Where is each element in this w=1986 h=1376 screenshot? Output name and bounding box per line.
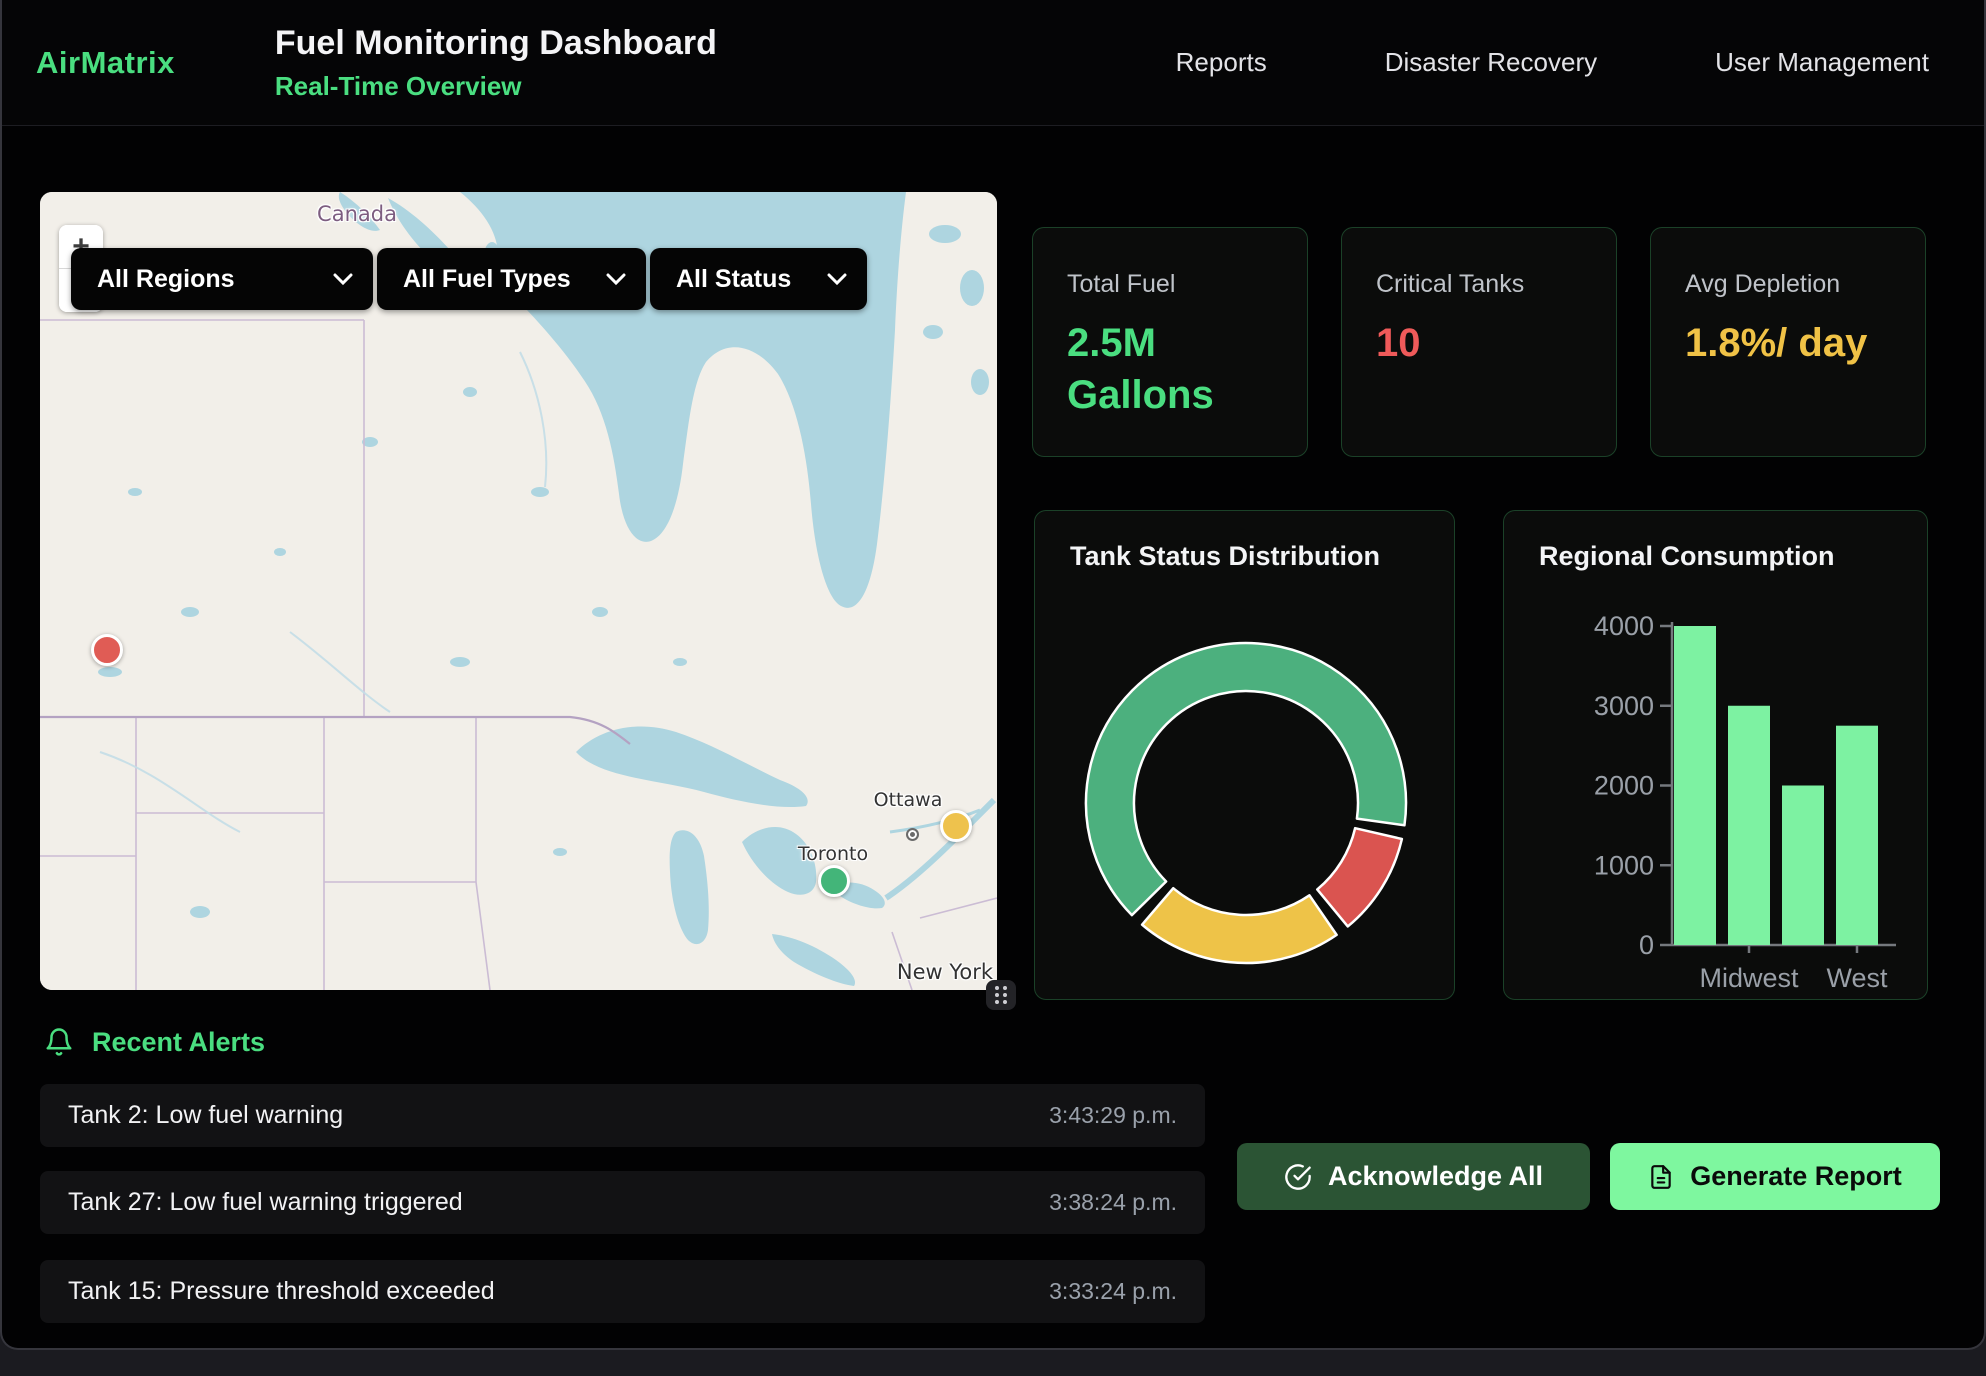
svg-text:2000: 2000 <box>1594 771 1654 801</box>
svg-text:4000: 4000 <box>1594 611 1654 641</box>
stat-value: 1.8%/ day <box>1685 317 1870 369</box>
critical-tanks-card: Critical Tanks 10 <box>1341 227 1617 457</box>
window-bottom-strip <box>0 1350 1986 1376</box>
alert-row[interactable]: Tank 15: Pressure threshold exceeded 3:3… <box>40 1260 1205 1323</box>
normal-tank-marker[interactable] <box>818 865 850 897</box>
alerts-header: Recent Alerts <box>44 1026 265 1058</box>
acknowledge-all-label: Acknowledge All <box>1328 1161 1543 1192</box>
critical-tank-marker[interactable] <box>91 634 123 666</box>
map-canvas <box>40 192 997 990</box>
stat-label: Total Fuel <box>1067 270 1277 299</box>
region-filter-value: All Regions <box>97 265 235 294</box>
alert-row[interactable]: Tank 2: Low fuel warning 3:43:29 p.m. <box>40 1084 1205 1147</box>
nav-user-management[interactable]: User Management <box>1715 47 1929 78</box>
svg-text:1000: 1000 <box>1594 850 1654 880</box>
title-block: Fuel Monitoring Dashboard Real-Time Over… <box>275 24 717 102</box>
bar-chart: 0 1000 2000 3000 4000 Midwest West <box>1504 511 1929 1001</box>
alert-row[interactable]: Tank 27: Low fuel warning triggered 3:38… <box>40 1171 1205 1234</box>
svg-text:Midwest: Midwest <box>1699 963 1799 993</box>
avg-depletion-card: Avg Depletion 1.8%/ day <box>1650 227 1926 457</box>
alerts-title: Recent Alerts <box>92 1027 265 1058</box>
top-bar: AirMatrix Fuel Monitoring Dashboard Real… <box>2 0 1984 126</box>
alert-time: 3:43:29 p.m. <box>1049 1102 1177 1129</box>
chevron-down-icon <box>606 273 626 286</box>
chevron-down-icon <box>333 273 353 286</box>
document-icon <box>1648 1164 1674 1190</box>
status-filter-dropdown[interactable]: All Status <box>650 248 867 310</box>
app-window: AirMatrix Fuel Monitoring Dashboard Real… <box>0 0 1986 1350</box>
bell-icon <box>44 1026 74 1058</box>
page-title: Fuel Monitoring Dashboard <box>275 24 717 63</box>
alert-message: Tank 15: Pressure threshold exceeded <box>68 1277 495 1306</box>
check-circle-icon <box>1284 1163 1312 1191</box>
ottawa-town-symbol <box>906 828 919 841</box>
fuel-type-filter-value: All Fuel Types <box>403 265 571 294</box>
acknowledge-all-button[interactable]: Acknowledge All <box>1237 1143 1590 1210</box>
map[interactable]: + − All Regions All Fuel Types All Statu… <box>40 192 997 990</box>
svg-text:0: 0 <box>1639 930 1654 960</box>
alert-time: 3:38:24 p.m. <box>1049 1189 1177 1216</box>
chevron-down-icon <box>827 273 847 286</box>
alert-message: Tank 27: Low fuel warning triggered <box>68 1188 463 1217</box>
stat-value: 2.5M Gallons <box>1067 317 1252 421</box>
alert-time: 3:33:24 p.m. <box>1049 1278 1177 1305</box>
map-filter-bar: All Regions All Fuel Types All Status <box>71 248 867 310</box>
nav-disaster-recovery[interactable]: Disaster Recovery <box>1385 47 1597 78</box>
map-drag-handle[interactable] <box>986 980 1016 1010</box>
generate-report-label: Generate Report <box>1690 1161 1902 1192</box>
nav-reports[interactable]: Reports <box>1176 47 1267 78</box>
svg-text:3000: 3000 <box>1594 691 1654 721</box>
stat-value: 10 <box>1376 317 1561 369</box>
main-nav: Reports Disaster Recovery User Managemen… <box>1176 47 1929 78</box>
grip-dots-icon <box>992 984 1010 1006</box>
brand-logo[interactable]: AirMatrix <box>36 45 175 81</box>
status-filter-value: All Status <box>676 265 791 294</box>
stat-label: Critical Tanks <box>1376 270 1586 299</box>
total-fuel-card: Total Fuel 2.5M Gallons <box>1032 227 1308 457</box>
region-filter-dropdown[interactable]: All Regions <box>71 248 373 310</box>
donut-chart <box>1035 511 1456 1001</box>
generate-report-button[interactable]: Generate Report <box>1610 1143 1940 1210</box>
alert-message: Tank 2: Low fuel warning <box>68 1101 343 1130</box>
warning-tank-marker[interactable] <box>940 810 972 842</box>
fuel-type-filter-dropdown[interactable]: All Fuel Types <box>377 248 646 310</box>
regional-consumption-card: Regional Consumption 01000200030004000Mi… <box>1503 510 1928 1000</box>
tank-status-card: Tank Status Distribution <box>1034 510 1455 1000</box>
page-subtitle: Real-Time Overview <box>275 71 717 102</box>
stat-label: Avg Depletion <box>1685 270 1895 299</box>
svg-text:West: West <box>1826 963 1888 993</box>
